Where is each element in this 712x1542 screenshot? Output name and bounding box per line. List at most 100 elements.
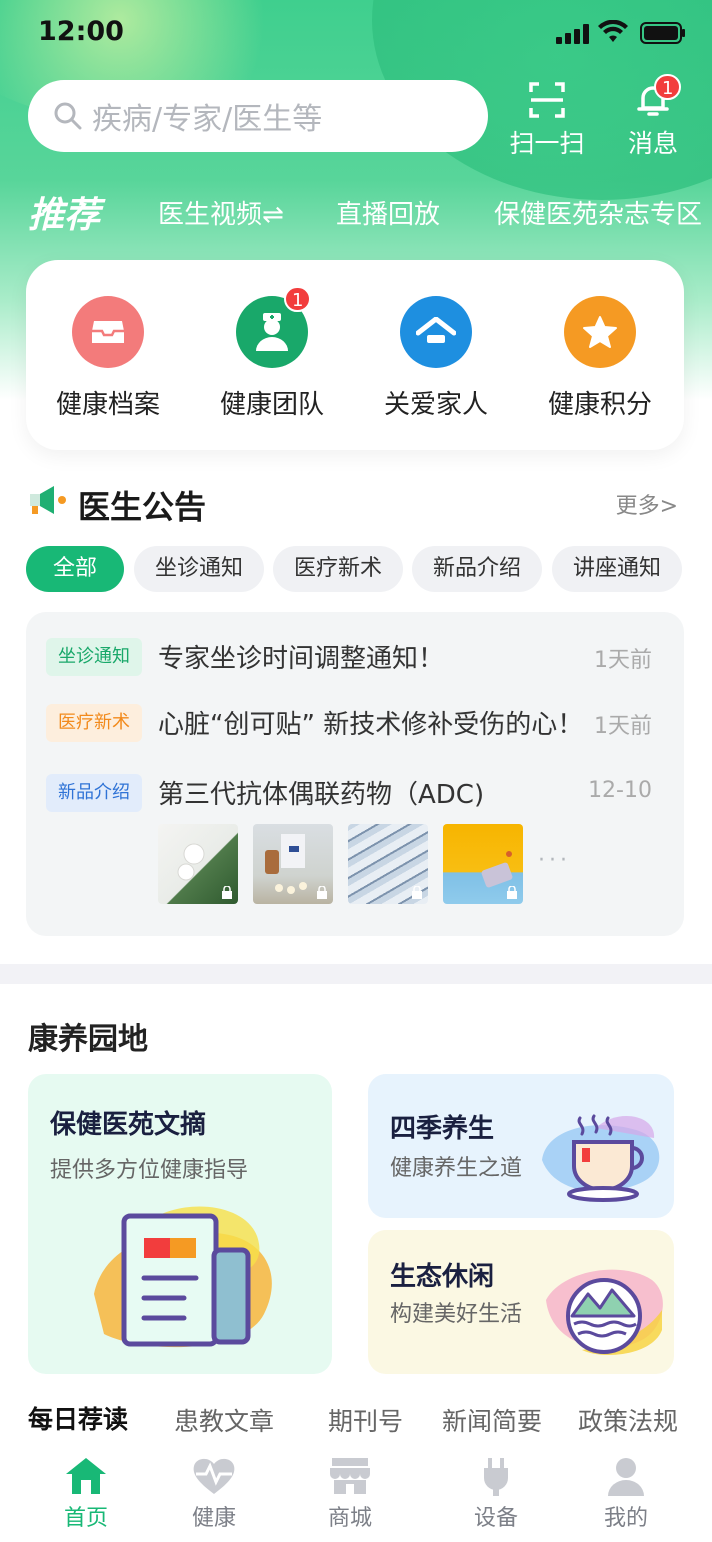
card-title: 生态休闲 [390,1262,495,1292]
notice-text: 第三代抗体偶联药物（ADC) [158,780,485,810]
card-title: 保健医苑文摘 [50,1110,207,1140]
status-time: 12:00 [38,16,124,47]
list-item[interactable]: 医疗新术 心脏“创可贴” 新技术修补受伤的心！ 1天前 [46,702,666,744]
wifi-icon [598,20,628,42]
quick-health-team[interactable]: 1 健康团队 [190,286,354,421]
wellness-section-title: 康养园地 [28,1022,148,1057]
notice-filter-chips: 全部 坐诊通知 医疗新术 新品介绍 讲座通知 [26,546,712,594]
tabbar-label: 商城 [327,1506,372,1531]
shopping-bag-icon [317,886,327,899]
search-input[interactable]: 疾病/专家/医生等 [28,80,488,152]
home-icon [400,296,472,368]
team-badge: 1 [284,286,312,312]
tab-magazine[interactable]: 保健医苑杂志专区 [494,194,702,231]
cellular-signal-icon [556,24,589,44]
notice-title: 医生公告 [78,488,207,526]
tabbar-label: 我的 [603,1506,648,1531]
status-bar: 12:00 [0,0,712,66]
messages-button[interactable]: 消息 1 [608,74,698,160]
notice-header: 医生公告 更多> [26,476,686,526]
card-health-digest[interactable]: 保健医苑文摘 提供多方位健康指导 [28,1074,332,1374]
chip-clinic-notice[interactable]: 坐诊通知 [134,546,264,592]
search-placeholder: 疾病/专家/医生等 [92,102,323,137]
tabbar-store[interactable]: 商城 [300,1456,400,1532]
list-item[interactable]: 新品介绍 第三代抗体偶联药物（ADC) 12-10 [46,772,666,814]
tab-label: 推荐 [28,195,101,236]
notice-text: 专家坐诊时间调整通知！ [158,644,445,674]
scan-button[interactable]: 扫一扫 [502,80,592,160]
search-icon [54,102,82,130]
home-icon [66,1458,106,1494]
tab-live-replay[interactable]: 直播回放 [336,194,440,231]
thumbnail[interactable] [158,824,238,904]
chip-lecture-notice[interactable]: 讲座通知 [552,546,682,592]
shopping-bag-icon [412,886,422,899]
tab-doctor-video[interactable]: 医生视频⇌ [158,194,284,231]
tabbar-label: 首页 [63,1506,108,1531]
star-icon [564,296,636,368]
tabbar-label: 设备 [473,1506,518,1531]
notice-more-link[interactable]: 更多> [616,488,678,520]
notice-time: 1天前 [594,648,652,673]
quick-label: 健康积分 [547,390,652,420]
chip-medical-tech[interactable]: 医疗新术 [273,546,403,592]
notice-list: 坐诊通知 专家坐诊时间调整通知！ 1天前 医疗新术 心脏“创可贴” 新技术修补受… [26,612,684,936]
quick-health-points[interactable]: 健康积分 [518,296,682,421]
chip-new-products[interactable]: 新品介绍 [412,546,542,592]
chip-all[interactable]: 全部 [26,546,124,592]
quick-actions-card: 健康档案 1 健康团队 关爱家人 健康积分 [26,260,684,450]
thumbnail[interactable] [443,824,523,904]
tabbar-label: 健康 [191,1506,236,1531]
card-subtitle: 提供多方位健康指导 [50,1158,249,1183]
card-seasonal-wellness[interactable]: 四季养生 健康养生之道 [368,1074,674,1218]
messages-label: 消息 [627,129,678,158]
heart-pulse-icon [193,1458,235,1494]
megaphone-icon [30,486,66,514]
list-item[interactable]: 坐诊通知 专家坐诊时间调整通知！ 1天前 [46,636,666,678]
archive-box-icon [72,296,144,368]
notice-time: 1天前 [594,714,652,739]
shopping-bag-icon [507,886,517,899]
tab-recommend[interactable]: 推荐 [26,186,101,242]
shopping-bag-icon [222,886,232,899]
tabbar-profile[interactable]: 我的 [576,1456,676,1532]
plug-icon [484,1458,508,1496]
tab-news-brief[interactable]: 新闻简要 [442,1402,542,1438]
card-subtitle: 构建美好生活 [390,1302,523,1327]
reading-tabs: 每日荐读 患教文章 期刊号 新闻简要 政策法规 [0,1396,712,1442]
quick-label: 关爱家人 [383,390,488,420]
tabbar-health[interactable]: 健康 [164,1456,264,1532]
tabbar-device[interactable]: 设备 [446,1456,546,1532]
tab-journal-issue[interactable]: 期刊号 [328,1402,403,1438]
card-subtitle: 健康养生之道 [390,1156,523,1181]
quick-care-family[interactable]: 关爱家人 [354,296,518,421]
tab-policy[interactable]: 政策法规 [578,1402,678,1438]
notice-tag: 新品介绍 [46,774,142,812]
messages-badge: 1 [654,74,682,100]
notice-text: 心脏“创可贴” 新技术修补受伤的心！ [158,710,584,740]
notice-tag: 坐诊通知 [46,638,142,676]
quick-health-archive[interactable]: 健康档案 [26,296,190,421]
store-icon [330,1458,370,1494]
bottom-tab-bar: 首页 健康 商城 设备 我的 [0,1448,712,1542]
scan-label: 扫一扫 [509,129,585,158]
tea-cup-icon [542,1114,660,1202]
content-tabs: 推荐 医生视频⇌ 直播回放 保健医苑杂志专区 [0,186,712,242]
tab-patient-education[interactable]: 患教文章 [174,1402,274,1438]
landscape-icon [546,1269,663,1356]
thumbnail[interactable] [348,824,428,904]
quick-label: 健康团队 [219,390,324,420]
section-divider [0,964,712,984]
notice-tag: 医疗新术 [46,704,142,742]
card-eco-leisure[interactable]: 生态休闲 构建美好生活 [368,1230,674,1374]
newspaper-icon [94,1206,272,1348]
thumbnail[interactable] [253,824,333,904]
more-thumbnails-indicator[interactable]: ··· [538,848,571,873]
tab-daily-reading[interactable]: 每日荐读 [28,1400,128,1436]
notice-time: 12-10 [588,778,652,803]
scan-icon [529,82,565,118]
tabbar-home[interactable]: 首页 [36,1456,136,1532]
user-icon [608,1458,644,1496]
card-title: 四季养生 [390,1114,495,1144]
doctor-icon: 1 [236,286,312,368]
